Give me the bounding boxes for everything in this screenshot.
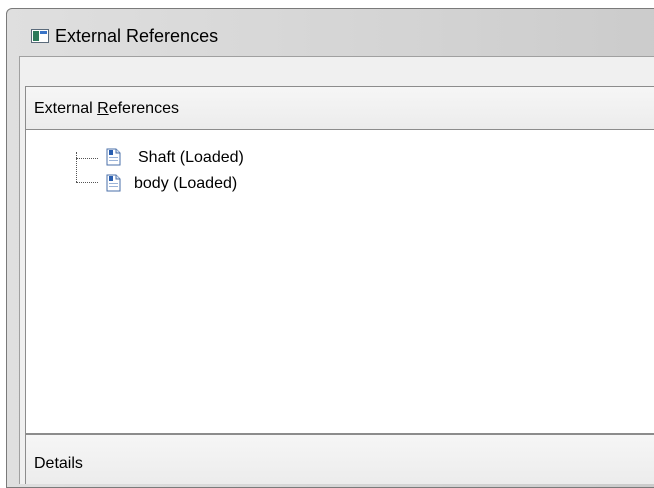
- details-label: Details: [34, 455, 83, 472]
- tree-connector: [76, 158, 77, 182]
- palette-window-icon: [31, 29, 49, 43]
- xref-dwg-icon: [106, 174, 121, 192]
- pane-header-label: External References: [34, 100, 179, 118]
- window-title: External References: [55, 26, 219, 46]
- pane-header-suffix: eferences: [108, 100, 179, 117]
- tree-connector: [76, 158, 98, 159]
- xref-dwg-icon: [106, 148, 121, 166]
- details-pane-header[interactable]: Details: [25, 434, 654, 484]
- tree-connector: [76, 182, 98, 183]
- external-references-pane-header[interactable]: External References: [25, 86, 654, 130]
- tree-item-label: body (Loaded): [134, 175, 238, 192]
- tree-item-label: Shaft (Loaded): [138, 149, 244, 166]
- pane-header-prefix: External: [34, 100, 98, 117]
- pane-header-accelerator: R: [97, 100, 109, 117]
